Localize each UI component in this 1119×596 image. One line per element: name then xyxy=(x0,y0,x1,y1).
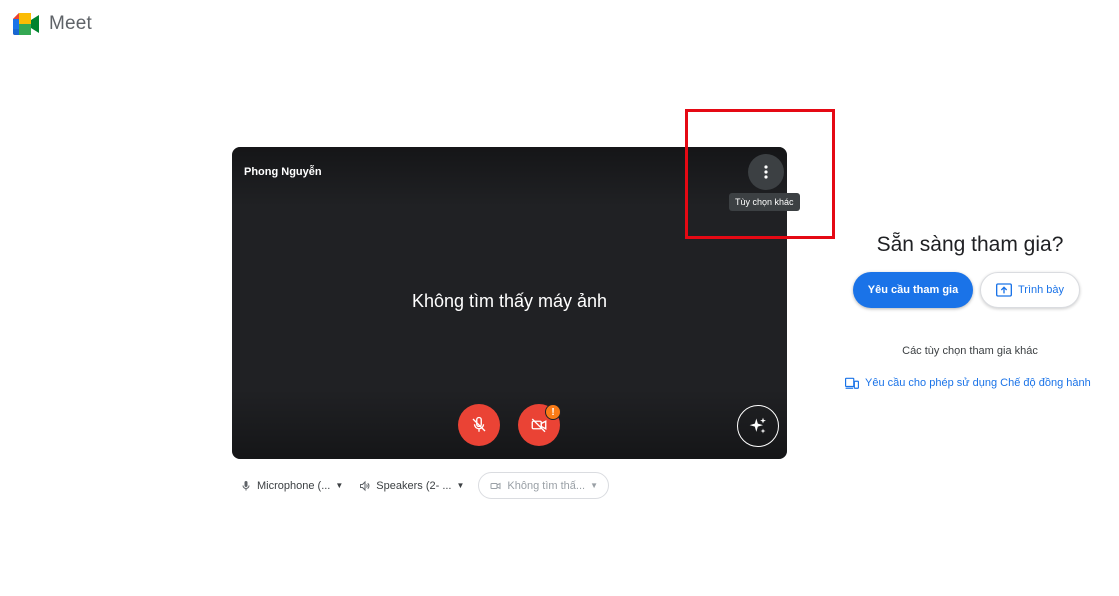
chevron-down-icon: ▼ xyxy=(335,481,344,490)
video-preview: Phong Nguyễn Không tìm thấy máy ảnh ! xyxy=(232,147,787,459)
chevron-down-icon: ▼ xyxy=(456,481,465,490)
camera-warning-badge: ! xyxy=(545,404,561,420)
videocam-off-icon xyxy=(531,418,547,433)
microphone-toggle-button[interactable] xyxy=(458,404,500,446)
speakers-select[interactable]: Speakers (2- ... ▼ xyxy=(351,473,472,498)
speaker-icon xyxy=(360,480,370,491)
camera-select[interactable]: Không tìm thấ... ▼ xyxy=(478,472,609,499)
microphone-select[interactable]: Microphone (... ▼ xyxy=(232,473,351,498)
companion-mode-link-label: Yêu cầu cho phép sử dụng Chế độ đồng hàn… xyxy=(865,377,1091,389)
mic-off-icon xyxy=(472,416,486,432)
ready-to-join-title: Sẵn sàng tham gia? xyxy=(876,233,1064,256)
meet-logo[interactable]: Meet xyxy=(13,13,92,35)
more-vert-icon xyxy=(764,165,768,179)
camera-select-label: Không tìm thấ... xyxy=(507,479,586,492)
companion-mode-link[interactable]: Yêu cầu cho phép sử dụng Chế độ đồng hàn… xyxy=(845,377,1091,389)
app-name: Meet xyxy=(49,13,93,34)
speakers-select-label: Speakers (2- ... xyxy=(376,479,452,492)
present-to-all-icon xyxy=(995,283,1012,297)
more-options-tooltip: Tùy chọn khác xyxy=(729,193,800,211)
more-options-button[interactable] xyxy=(748,154,784,190)
videocam-icon xyxy=(490,482,501,489)
visual-effects-button[interactable] xyxy=(737,405,779,447)
other-join-options-label: Các tùy chọn tham gia khác xyxy=(902,345,1038,357)
device-selectors: Microphone (... ▼ Speakers (2- ... ▼ Khô… xyxy=(232,472,609,499)
no-camera-message: Không tìm thấy máy ảnh xyxy=(411,291,608,311)
devices-icon xyxy=(845,377,859,389)
bottom-shade xyxy=(232,389,787,459)
participant-name: Phong Nguyễn xyxy=(244,166,322,178)
sparkle-icon xyxy=(749,417,766,434)
meet-logo-icon xyxy=(13,13,39,35)
mic-icon xyxy=(242,480,250,490)
present-button[interactable]: Trình bày xyxy=(980,272,1080,308)
microphone-select-label: Microphone (... xyxy=(257,479,331,492)
chevron-down-icon: ▼ xyxy=(590,481,598,490)
present-button-label: Trình bày xyxy=(1017,284,1065,296)
ask-to-join-button[interactable]: Yêu cầu tham gia xyxy=(853,272,973,308)
